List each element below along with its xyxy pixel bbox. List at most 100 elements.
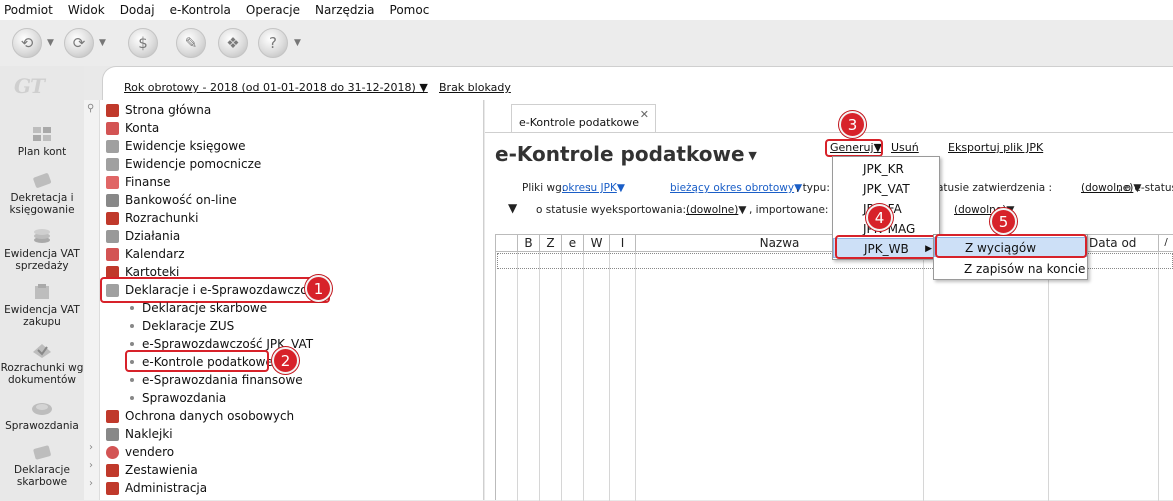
step-badge-5: 5 xyxy=(990,208,1017,235)
tree-item-zestawienia[interactable]: Zestawienia xyxy=(106,461,198,479)
approval-status-label: atusie zatwierdzenia : xyxy=(937,182,1053,194)
tree-item-dzialania[interactable]: Działania xyxy=(106,227,180,245)
nav-deklaracje-skarbowe[interactable]: Deklaracje skarbowe xyxy=(0,442,84,488)
tag-icon[interactable]: ❖ xyxy=(218,28,248,58)
dropdown-icon: ▼ xyxy=(738,204,747,216)
calendar-icon xyxy=(106,247,119,261)
nav-label: Ewidencja VAT zakupu xyxy=(4,304,80,328)
tree-item-ochrona-danych[interactable]: Ochrona danych osobowych xyxy=(106,407,294,425)
settlements-icon xyxy=(106,211,119,225)
actions-icon xyxy=(106,229,119,243)
nav-ewidencja-vat-sprzedazy[interactable]: Ewidencja VAT sprzedaży xyxy=(0,226,84,272)
nav-dekretacja[interactable]: Dekretacja i księgowanie xyxy=(0,170,84,216)
forward-dropdown-icon[interactable]: ▼ xyxy=(99,38,106,48)
close-icon[interactable]: ✕ xyxy=(640,108,649,121)
data-protection-icon xyxy=(106,409,119,423)
auxiliary-ledger-icon xyxy=(106,157,119,171)
menu-dodaj[interactable]: Dodaj xyxy=(120,3,155,17)
eraser-icon[interactable]: ✎ xyxy=(176,28,206,58)
menu-pomoc[interactable]: Pomoc xyxy=(390,3,430,17)
tree-subitem-e-sprawozdania-finansowe[interactable]: e-Sprawozdania finansowe xyxy=(130,371,303,389)
nav-label: Deklaracje skarbowe xyxy=(14,464,70,488)
tree-item-rozrachunki[interactable]: Rozrachunki xyxy=(106,209,198,227)
tree-item-ewidencje-ksiegowe[interactable]: Ewidencje księgowe xyxy=(106,137,246,155)
main-panel: e-Kontrole podatkowe ✕ e-Kontrole podatk… xyxy=(485,100,1173,501)
tree-item-vendero[interactable]: vendero xyxy=(106,443,174,461)
app-logo: GT xyxy=(14,74,45,98)
expand-arrow-icon[interactable]: › xyxy=(89,478,93,489)
highlight-step-5 xyxy=(935,234,1087,258)
nav-ewidencja-vat-zakupu[interactable]: Ewidencja VAT zakupu xyxy=(0,282,84,328)
delete-button[interactable]: Usuń xyxy=(891,141,919,154)
help-icon[interactable]: ? xyxy=(258,28,288,58)
tree-item-naklejki[interactable]: Naklejki xyxy=(106,425,173,443)
menu-podmiot[interactable]: Podmiot xyxy=(4,3,53,17)
tree-subitem-sprawozdania[interactable]: Sprawozdania xyxy=(130,389,226,407)
export-jpk-button[interactable]: Eksportuj plik JPK xyxy=(948,141,1043,154)
nav-label: Rozrachunki wg dokumentów xyxy=(0,362,84,386)
dropdown-icon: ▼ xyxy=(616,182,625,194)
column-header-i[interactable]: I xyxy=(610,235,636,252)
column-header-b[interactable]: B xyxy=(518,235,540,252)
menu-narzedzia[interactable]: Narzędzia xyxy=(315,3,375,17)
tree-subitem-deklaracje-skarbowe[interactable]: Deklaracje skarbowe xyxy=(130,299,267,317)
menu-e-kontrola[interactable]: e-Kontrola xyxy=(170,3,231,17)
admin-icon xyxy=(106,481,119,495)
menu-widok[interactable]: Widok xyxy=(68,3,105,17)
menu-item-jpk-kr[interactable]: JPK_KR xyxy=(833,159,939,179)
help-dropdown-icon[interactable]: ▼ xyxy=(294,38,301,48)
coins-icon[interactable]: $ xyxy=(128,28,158,58)
column-header-blank[interactable] xyxy=(496,235,518,252)
nav-rozrachunki[interactable]: Rozrachunki wg dokumentów xyxy=(0,340,84,386)
current-period-filter[interactable]: bieżący okres obrotowy▼ xyxy=(670,182,802,194)
column-header-slash[interactable]: / xyxy=(1159,235,1173,252)
vat-sales-icon xyxy=(34,229,50,243)
tree-item-administracja[interactable]: Administracja xyxy=(106,479,207,497)
menu-item-jpk-vat[interactable]: JPK_VAT xyxy=(833,179,939,199)
tree-item-bankowosc[interactable]: Bankowość on-line xyxy=(106,191,237,209)
pin-icon[interactable]: ⚲ xyxy=(87,103,94,114)
fiscal-info-bar: Rok obrotowy - 2018 (od 01-01-2018 do 31… xyxy=(102,66,1173,100)
type-label: , typu: xyxy=(796,182,830,194)
bullet-icon xyxy=(130,306,134,310)
home-icon xyxy=(106,103,119,117)
tab-divider xyxy=(485,132,1173,133)
expand-arrow-icon[interactable]: › xyxy=(89,460,93,471)
bullet-icon xyxy=(130,396,134,400)
nav-label: Sprawozdania xyxy=(5,420,79,432)
tree-item-finanse[interactable]: Finanse xyxy=(106,173,171,191)
nav-sprawozdania[interactable]: Sprawozdania xyxy=(0,398,84,432)
lock-status-link[interactable]: Brak blokady xyxy=(439,81,511,94)
fiscal-year-selector[interactable]: Rok obrotowy - 2018 (od 01-01-2018 do 31… xyxy=(124,81,428,94)
submenu-item-z-zapisow[interactable]: Z zapisów na koncie xyxy=(934,259,1087,279)
export-status-filter[interactable]: (dowolne)▼ xyxy=(686,204,746,216)
period-filter[interactable]: okresu JPK▼ xyxy=(562,182,625,194)
toolbar: ⟲ ▼ ⟳ ▼ $ ✎ ❖ ? ▼ xyxy=(0,20,1173,66)
nav-plan-kont[interactable]: Plan kont xyxy=(0,124,84,158)
vendero-icon xyxy=(106,445,119,459)
title-dropdown-icon: ▼ xyxy=(744,149,757,162)
expand-arrow-icon[interactable]: › xyxy=(89,442,93,453)
tree-side-strip: ⚲ › › › xyxy=(84,100,100,500)
bank-icon xyxy=(106,193,119,207)
menu-operacje[interactable]: Operacje xyxy=(246,3,300,17)
tree-item-ewidencje-pomocnicze[interactable]: Ewidencje pomocnicze xyxy=(106,155,261,173)
ledger-icon xyxy=(106,139,119,153)
tree-subitem-deklaracje-zus[interactable]: Deklaracje ZUS xyxy=(130,317,234,335)
column-header-z[interactable]: Z xyxy=(540,235,562,252)
page-title[interactable]: e-Kontrole podatkowe ▼ xyxy=(495,142,757,166)
back-dropdown-icon[interactable]: ▼ xyxy=(47,38,54,48)
forward-arrow-icon[interactable]: ⟳ xyxy=(64,28,94,58)
settlements-icon xyxy=(33,344,51,358)
tree-item-konta[interactable]: Konta xyxy=(106,119,159,137)
collapse-filters-icon[interactable]: ▼ xyxy=(508,201,517,215)
nav-label: Ewidencja VAT sprzedaży xyxy=(4,248,80,272)
column-header-w[interactable]: W xyxy=(584,235,610,252)
column-header-e[interactable]: e xyxy=(562,235,584,252)
back-arrow-icon[interactable]: ⟲ xyxy=(12,28,42,58)
tree-item-strona-glowna[interactable]: Strona główna xyxy=(106,101,211,119)
step-badge-3: 3 xyxy=(839,111,866,138)
tab-e-kontrole-podatkowe[interactable]: e-Kontrole podatkowe ✕ xyxy=(511,104,656,132)
bullet-icon xyxy=(130,342,134,346)
tree-item-kalendarz[interactable]: Kalendarz xyxy=(106,245,185,263)
